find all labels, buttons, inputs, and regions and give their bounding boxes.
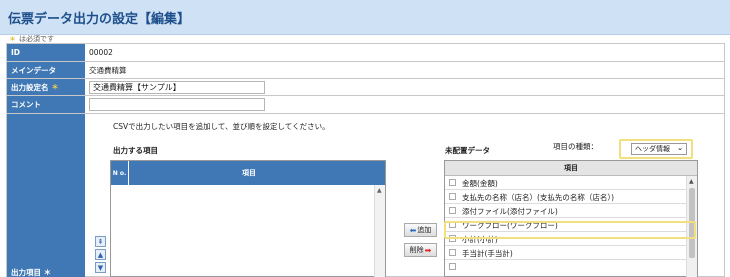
highlight-item-type [619,139,693,159]
item-name: 支払先の名称（店名）(支払先の名称（店名）) [462,193,615,202]
comment-input[interactable] [89,98,265,111]
unplaced-heading: 未配置データ [445,146,490,155]
main-data-label: メインデータ [7,62,85,78]
add-button[interactable]: ⬅ 追加 [404,223,437,237]
required-note-text: は必須です [19,35,54,43]
list-item[interactable]: 支払先の名称（店名）(支払先の名称（店名）) [445,190,686,204]
required-mark: ＊ [51,83,59,91]
row-output-name: 出力設定名＊ [7,79,724,96]
page-title: 伝票データ出力の設定【編集】 [8,12,191,27]
item-name: 添付ファイル(添付ファイル) [462,207,558,216]
output-items-label: 出力項目 ＊ [11,268,52,277]
move-up-button[interactable]: ▲ [95,249,106,260]
output-items-table[interactable]: N o. 項目 ▲ [110,160,386,277]
arrow-right-icon: ➡ [424,245,432,255]
add-button-label: 追加 [417,226,432,234]
move-down-button[interactable]: ▼ [95,262,106,273]
output-items-label-cell: 出力項目 ＊ [7,114,85,277]
output-name-label-text: 出力設定名 [11,82,49,92]
arrow-left-icon: ⬅ [409,225,417,235]
item-checkbox[interactable] [449,207,456,214]
comment-label: コメント [7,96,85,113]
highlight-workflow-item [444,221,696,239]
main-data-value: 交通費精算 [89,65,127,75]
row-id: ID 00002 [7,44,724,62]
list-item[interactable]: 手当計(手当計) [445,246,686,260]
instruction-text: CSVで出力したい項目を追加して、並び順を設定してください。 [113,122,330,131]
output-name-label: 出力設定名＊ [7,79,85,95]
output-items-scrollbar[interactable]: ▲ [374,185,385,277]
move-down-icon: ▼ [97,263,104,272]
row-comment: コメント [7,96,724,114]
move-top-icon: ⇞ [97,237,104,246]
col-no-header: N o. [111,161,129,185]
item-checkbox[interactable] [449,249,456,256]
list-item[interactable]: 金額(金額) [445,176,686,190]
row-main-data: メインデータ 交通費精算 [7,62,724,79]
scroll-up-icon[interactable]: ▲ [377,187,382,194]
id-value: 00002 [89,48,113,57]
col-item-header: 項目 [242,169,256,177]
title-bar: 伝票データ出力の設定【編集】 [0,0,730,35]
output-items-heading: 出力する項目 [113,146,158,155]
list-item[interactable] [445,260,686,274]
scroll-up-icon[interactable]: ▲ [689,178,694,185]
item-checkbox[interactable] [449,179,456,186]
item-type-label: 項目の種類： [553,142,598,151]
output-items-header: N o. 項目 [111,161,385,185]
remove-button-label: 削除 [409,246,424,254]
move-up-icon: ▲ [97,250,104,259]
remove-button[interactable]: 削除 ➡ [404,243,437,257]
output-name-input[interactable] [89,81,265,94]
item-checkbox[interactable] [449,263,456,270]
id-label: ID [7,44,85,61]
unplaced-items-table[interactable]: 項目 金額(金額) 支払先の名称（店名）(支払先の名称（店名）) 添付ファイル(… [444,160,698,277]
item-name: 金額(金額) [462,179,498,188]
move-top-button[interactable]: ⇞ [95,236,106,247]
item-name: 手当計(手当計) [462,249,513,258]
unplaced-col-item-header: 項目 [445,161,697,176]
list-item[interactable]: 添付ファイル(添付ファイル) [445,204,686,218]
item-checkbox[interactable] [449,193,456,200]
required-mark: ＊ [9,35,16,43]
